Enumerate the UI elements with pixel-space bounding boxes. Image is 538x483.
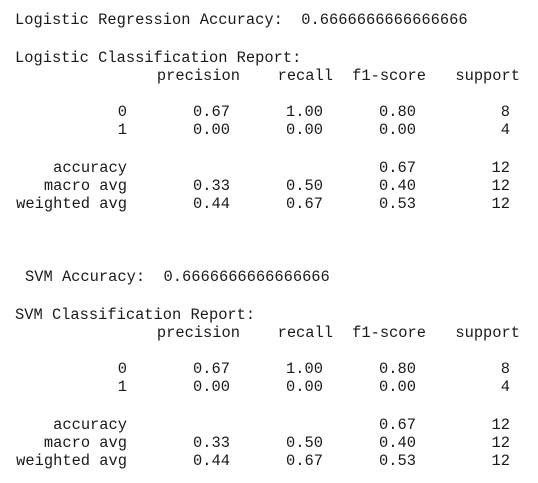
logistic-summary-f1: 0.67 xyxy=(379,159,416,177)
logistic-summary-precision: 0.44 xyxy=(193,195,230,213)
svm-row-recall: 1.00 xyxy=(286,360,323,378)
svm-row-support: 4 xyxy=(500,378,510,396)
svm-summary-f1: 0.53 xyxy=(379,452,416,470)
svm-summary-precision: 0.33 xyxy=(193,434,230,452)
svm-report-title: SVM Classification Report: xyxy=(15,306,256,324)
logistic-row-precision: 0.67 xyxy=(193,103,230,121)
logistic-summary-label: weighted avg xyxy=(16,195,127,213)
logistic-header-recall: recall xyxy=(277,67,333,85)
svm-header-precision: precision xyxy=(156,324,240,342)
svm-row-precision: 0.00 xyxy=(193,378,230,396)
svm-row-f1: 0.00 xyxy=(379,378,416,396)
logistic-row-recall: 0.00 xyxy=(286,121,323,139)
svm-accuracy-line: SVM Accuracy: 0.6666666666666666 xyxy=(25,268,330,286)
svm-row-label: 1 xyxy=(117,378,127,396)
logistic-summary-support: 12 xyxy=(491,159,510,177)
svm-summary-label: accuracy xyxy=(53,416,127,434)
logistic-row-support: 8 xyxy=(500,103,510,121)
logistic-row-support: 4 xyxy=(500,121,510,139)
logistic-summary-f1: 0.40 xyxy=(379,177,416,195)
svm-row-recall: 0.00 xyxy=(286,378,323,396)
logistic-summary-precision: 0.33 xyxy=(193,177,230,195)
logistic-row-label: 1 xyxy=(117,121,127,139)
logistic-summary-f1: 0.53 xyxy=(379,195,416,213)
svm-summary-support: 12 xyxy=(491,452,510,470)
svm-summary-support: 12 xyxy=(491,434,510,452)
logistic-row-recall: 1.00 xyxy=(286,103,323,121)
svm-summary-recall: 0.50 xyxy=(286,434,323,452)
svm-header-recall: recall xyxy=(277,324,333,342)
logistic-summary-support: 12 xyxy=(491,177,510,195)
svm-summary-precision: 0.44 xyxy=(193,452,230,470)
logistic-summary-support: 12 xyxy=(491,195,510,213)
svm-summary-f1: 0.40 xyxy=(379,434,416,452)
svm-summary-recall: 0.67 xyxy=(286,452,323,470)
svm-summary-label: weighted avg xyxy=(16,452,127,470)
logistic-summary-recall: 0.50 xyxy=(286,177,323,195)
svm-summary-support: 12 xyxy=(491,416,510,434)
svm-summary-f1: 0.67 xyxy=(379,416,416,434)
logistic-summary-label: accuracy xyxy=(53,159,127,177)
logistic-summary-label: macro avg xyxy=(43,177,127,195)
svm-row-f1: 0.80 xyxy=(379,360,416,378)
logistic-row-f1: 0.00 xyxy=(379,121,416,139)
svm-summary-label: macro avg xyxy=(43,434,127,452)
console-output: Logistic Regression Accuracy: 0.66666666… xyxy=(0,0,538,483)
svm-row-precision: 0.67 xyxy=(193,360,230,378)
logistic-report-title: Logistic Classification Report: xyxy=(15,49,302,67)
logistic-accuracy-line: Logistic Regression Accuracy: 0.66666666… xyxy=(15,11,468,29)
logistic-summary-recall: 0.67 xyxy=(286,195,323,213)
logistic-header-precision: precision xyxy=(156,67,240,85)
svm-row-label: 0 xyxy=(117,360,127,378)
logistic-header-support: support xyxy=(455,67,520,85)
svm-header-f1: f1-score xyxy=(352,324,426,342)
logistic-row-precision: 0.00 xyxy=(193,121,230,139)
svm-header-support: support xyxy=(455,324,520,342)
logistic-row-label: 0 xyxy=(117,103,127,121)
logistic-row-f1: 0.80 xyxy=(379,103,416,121)
logistic-header-f1: f1-score xyxy=(352,67,426,85)
svm-row-support: 8 xyxy=(500,360,510,378)
